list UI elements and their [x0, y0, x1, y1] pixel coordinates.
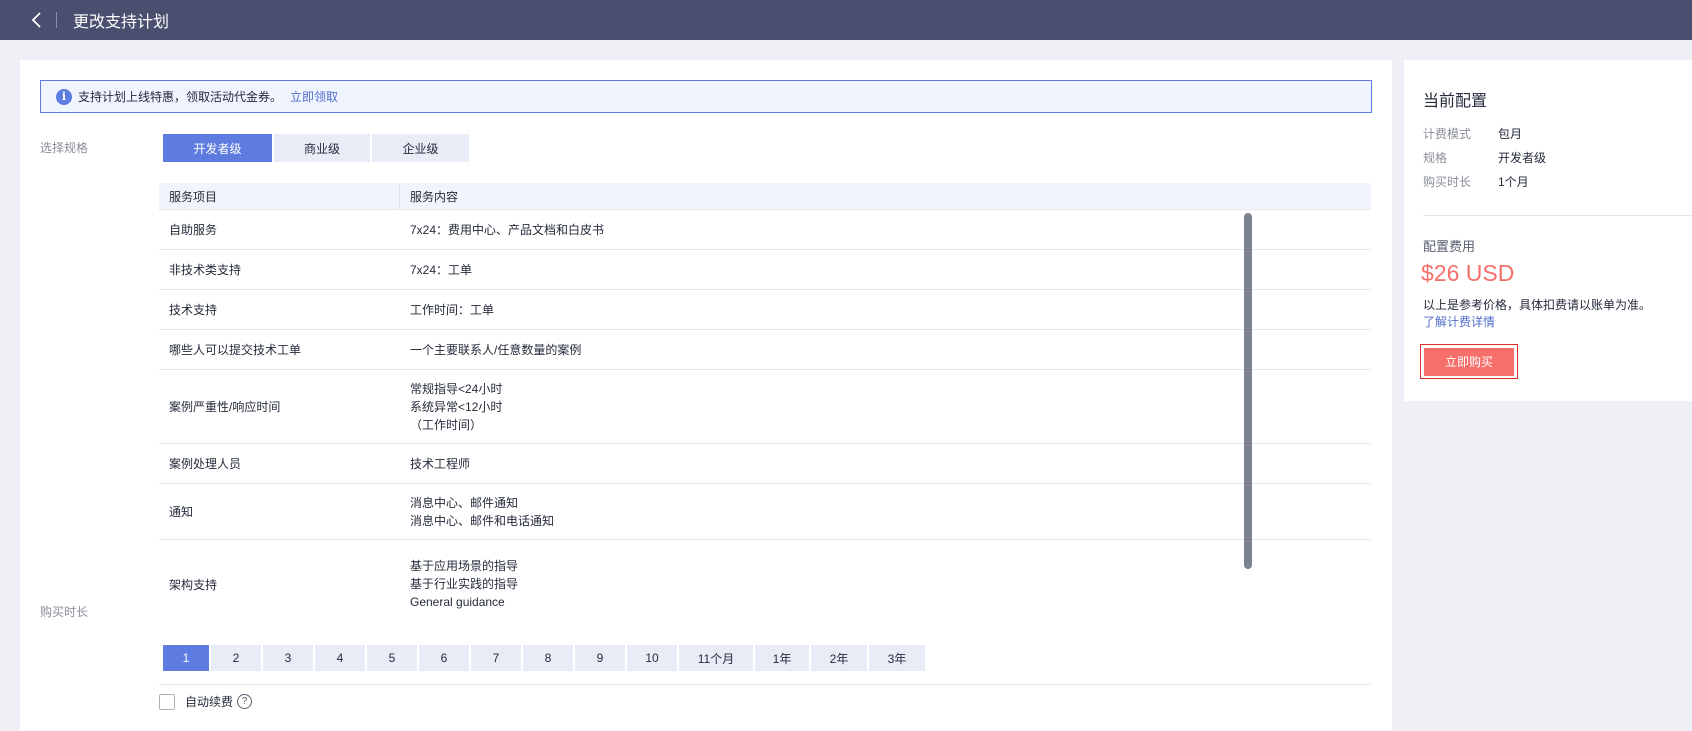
summary-item-duration: 购买时长 1个月 [1423, 173, 1529, 190]
config-summary-panel: 当前配置 计费模式 包月 规格 开发者级 购买时长 1个月 配置费用 $26 U… [1404, 60, 1692, 401]
summary-key: 规格 [1423, 151, 1448, 165]
duration-option-2[interactable]: 2 [211, 645, 261, 671]
row-content: 7x24：工单 [410, 262, 473, 277]
auto-renew: 自动续费 ? [159, 693, 253, 710]
duration-option-6[interactable]: 6 [419, 645, 469, 671]
duration-option-1[interactable]: 1 [163, 645, 209, 671]
row-content: 常规指导<24小时 系统异常<12小时 （工作时间） [410, 381, 503, 432]
table-row: 通知 消息中心、邮件通知 消息中心、邮件和电话通知 [159, 484, 1371, 540]
row-content: 技术工程师 [410, 456, 471, 471]
back-button[interactable] [22, 0, 52, 40]
header-service-item: 服务项目 [159, 183, 400, 210]
table-row: 架构支持 基于应用场景的指导 基于行业实践的指导 General guidanc… [159, 540, 1371, 614]
summary-key: 计费模式 [1423, 127, 1472, 141]
page-title: 更改支持计划 [73, 14, 170, 31]
duration-option-7[interactable]: 7 [471, 645, 521, 671]
info-icon: i [56, 88, 72, 105]
main-panel: i 支持计划上线特惠，领取活动代金券。 立即领取 选择规格 开发者级 商业级 企… [20, 60, 1392, 731]
summary-title: 当前配置 [1423, 93, 1488, 110]
header-service-content: 服务内容 [410, 189, 459, 204]
table-row: 技术支持 工作时间：工单 [159, 290, 1371, 330]
tab-business[interactable]: 商业级 [274, 134, 370, 162]
duration-option-3-years[interactable]: 3年 [869, 645, 925, 671]
duration-label: 购买时长 [40, 605, 89, 619]
tab-developer[interactable]: 开发者级 [163, 134, 272, 162]
buy-button-focus: 立即购买 [1420, 344, 1518, 379]
row-content: 工作时间：工单 [410, 302, 495, 317]
notice-text: 支持计划上线特惠，领取活动代金券。 [78, 90, 283, 104]
buy-now-button[interactable]: 立即购买 [1424, 347, 1514, 376]
billing-details-link[interactable]: 了解计费详情 [1423, 313, 1495, 330]
table-row: 哪些人可以提交技术工单 一个主要联系人/任意数量的案例 [159, 330, 1371, 370]
duration-option-9[interactable]: 9 [575, 645, 625, 671]
spec-tabs: 开发者级 商业级 企业级 [163, 134, 469, 162]
summary-divider [1423, 215, 1692, 216]
table-scrollbar[interactable] [1244, 213, 1252, 569]
summary-key: 购买时长 [1423, 175, 1472, 189]
help-icon[interactable]: ? [237, 694, 253, 709]
spec-label: 选择规格 [40, 141, 89, 155]
header-divider [56, 12, 57, 28]
duration-option-4[interactable]: 4 [315, 645, 365, 671]
duration-option-10[interactable]: 10 [627, 645, 677, 671]
auto-renew-label: 自动续费 [185, 695, 234, 709]
fee-label: 配置费用 [1423, 239, 1476, 254]
row-content: 消息中心、邮件通知 消息中心、邮件和电话通知 [410, 495, 555, 528]
chevron-left-icon [31, 12, 41, 28]
row-item: 案例处理人员 [169, 457, 242, 471]
table-header: 服务项目 服务内容 [159, 183, 1371, 210]
row-content: 一个主要联系人/任意数量的案例 [410, 342, 582, 357]
top-bar: 更改支持计划 [0, 0, 1692, 40]
duration-option-3[interactable]: 3 [263, 645, 313, 671]
summary-value: 包月 [1498, 127, 1523, 141]
row-item: 通知 [169, 505, 194, 519]
row-item: 案例严重性/响应时间 [169, 400, 281, 414]
summary-value: 1个月 [1498, 175, 1529, 189]
fee-note: 以上是参考价格，具体扣费请以账单为准。 [1423, 298, 1652, 312]
row-item: 哪些人可以提交技术工单 [169, 343, 302, 357]
tab-enterprise[interactable]: 企业级 [372, 134, 469, 162]
duration-option-8[interactable]: 8 [523, 645, 573, 671]
summary-item-billing: 计费模式 包月 [1423, 125, 1522, 142]
table-row: 案例严重性/响应时间 常规指导<24小时 系统异常<12小时 （工作时间） [159, 370, 1371, 444]
duration-option-5[interactable]: 5 [367, 645, 417, 671]
summary-value: 开发者级 [1498, 151, 1547, 165]
row-item: 自助服务 [169, 223, 218, 237]
service-table: 服务项目 服务内容 自助服务 7x24：费用中心、产品文档和白皮书 非技术类支持… [159, 183, 1371, 685]
duration-option-1-year[interactable]: 1年 [755, 645, 809, 671]
duration-option-2-years[interactable]: 2年 [811, 645, 867, 671]
price: $26 USD [1421, 260, 1515, 286]
auto-renew-checkbox[interactable] [159, 693, 175, 710]
row-item: 技术支持 [169, 303, 218, 317]
row-content: 7x24：费用中心、产品文档和白皮书 [410, 222, 605, 237]
table-row: 案例处理人员 技术工程师 [159, 444, 1371, 484]
promo-notice: i 支持计划上线特惠，领取活动代金券。 立即领取 [40, 80, 1372, 113]
row-item: 非技术类支持 [169, 263, 242, 277]
table-row: 自助服务 7x24：费用中心、产品文档和白皮书 [159, 210, 1371, 250]
summary-item-spec: 规格 开发者级 [1423, 149, 1546, 166]
claim-coupon-link[interactable]: 立即领取 [290, 88, 338, 105]
row-item: 架构支持 [169, 577, 218, 592]
duration-option-11-months[interactable]: 11个月 [679, 645, 753, 671]
duration-tabs: 1 2 3 4 5 6 7 8 9 10 11个月 1年 2年 3年 [163, 645, 925, 671]
row-content: 基于应用场景的指导 基于行业实践的指导 General guidance [410, 559, 519, 609]
table-row: 非技术类支持 7x24：工单 [159, 250, 1371, 290]
